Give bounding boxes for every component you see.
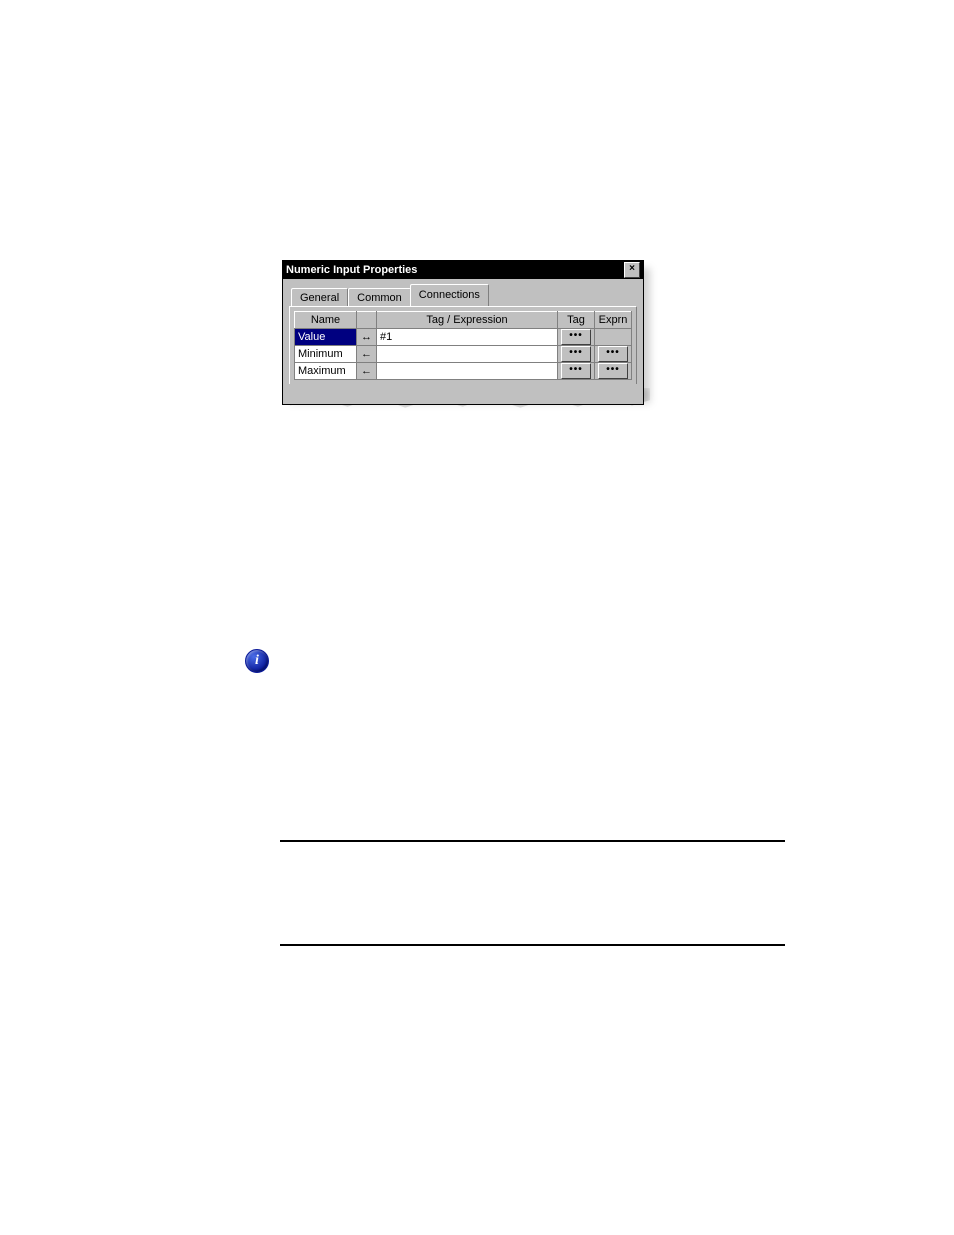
tab-panel-connections: Name Tag / Expression Tag Exprn Value ↔ … [289, 306, 637, 385]
cell-tag-expression[interactable]: #1 [377, 329, 558, 346]
cell-tag-btn: ••• [558, 329, 595, 346]
connections-grid: Name Tag / Expression Tag Exprn Value ↔ … [294, 311, 632, 380]
header-arrow [357, 312, 377, 329]
torn-edge-graphic [283, 384, 643, 404]
left-arrow-icon: ← [361, 365, 372, 377]
header-name: Name [295, 312, 357, 329]
tab-general[interactable]: General [291, 288, 348, 308]
tab-row: General Common Connections [291, 284, 637, 306]
grid-row-minimum: Minimum ← ••• ••• [295, 346, 632, 363]
info-icon [245, 649, 269, 673]
header-tag: Tag [558, 312, 595, 329]
numeric-input-properties-dialog: Numeric Input Properties × General Commo… [282, 260, 644, 405]
cell-exprn-btn [595, 329, 632, 346]
cell-tag-expression[interactable] [377, 346, 558, 363]
header-exprn: Exprn [595, 312, 632, 329]
close-icon[interactable]: × [624, 262, 640, 278]
cell-exprn-btn: ••• [595, 363, 632, 380]
dialog-title: Numeric Input Properties [286, 261, 417, 279]
arrow-icon: ← [357, 363, 377, 380]
tab-connections[interactable]: Connections [410, 284, 489, 306]
tag-browse-button[interactable]: ••• [561, 346, 591, 362]
exprn-browse-button[interactable]: ••• [598, 346, 628, 362]
dialog-titlebar: Numeric Input Properties × [283, 261, 643, 279]
exprn-browse-button[interactable]: ••• [598, 363, 628, 379]
grid-header-row: Name Tag / Expression Tag Exprn [295, 312, 632, 329]
arrow-icon: ← [357, 346, 377, 363]
tag-browse-button[interactable]: ••• [561, 329, 591, 345]
left-arrow-icon: ← [361, 348, 372, 360]
grid-row-value: Value ↔ #1 ••• [295, 329, 632, 346]
cell-exprn-btn: ••• [595, 346, 632, 363]
cell-tag-btn: ••• [558, 363, 595, 380]
cell-tag-btn: ••• [558, 346, 595, 363]
horizontal-rule [280, 840, 785, 842]
cell-name[interactable]: Minimum [295, 346, 357, 363]
header-tag-expression: Tag / Expression [377, 312, 558, 329]
cell-name[interactable]: Maximum [295, 363, 357, 380]
arrow-icon: ↔ [357, 329, 377, 346]
tab-area: General Common Connections Name Tag / Ex… [283, 279, 643, 385]
tag-browse-button[interactable]: ••• [561, 363, 591, 379]
cell-name[interactable]: Value [295, 329, 357, 346]
tab-common[interactable]: Common [348, 288, 411, 308]
horizontal-rule [280, 944, 785, 946]
bidirectional-arrow-icon: ↔ [361, 331, 372, 343]
grid-row-maximum: Maximum ← ••• ••• [295, 363, 632, 380]
cell-tag-expression[interactable] [377, 363, 558, 380]
